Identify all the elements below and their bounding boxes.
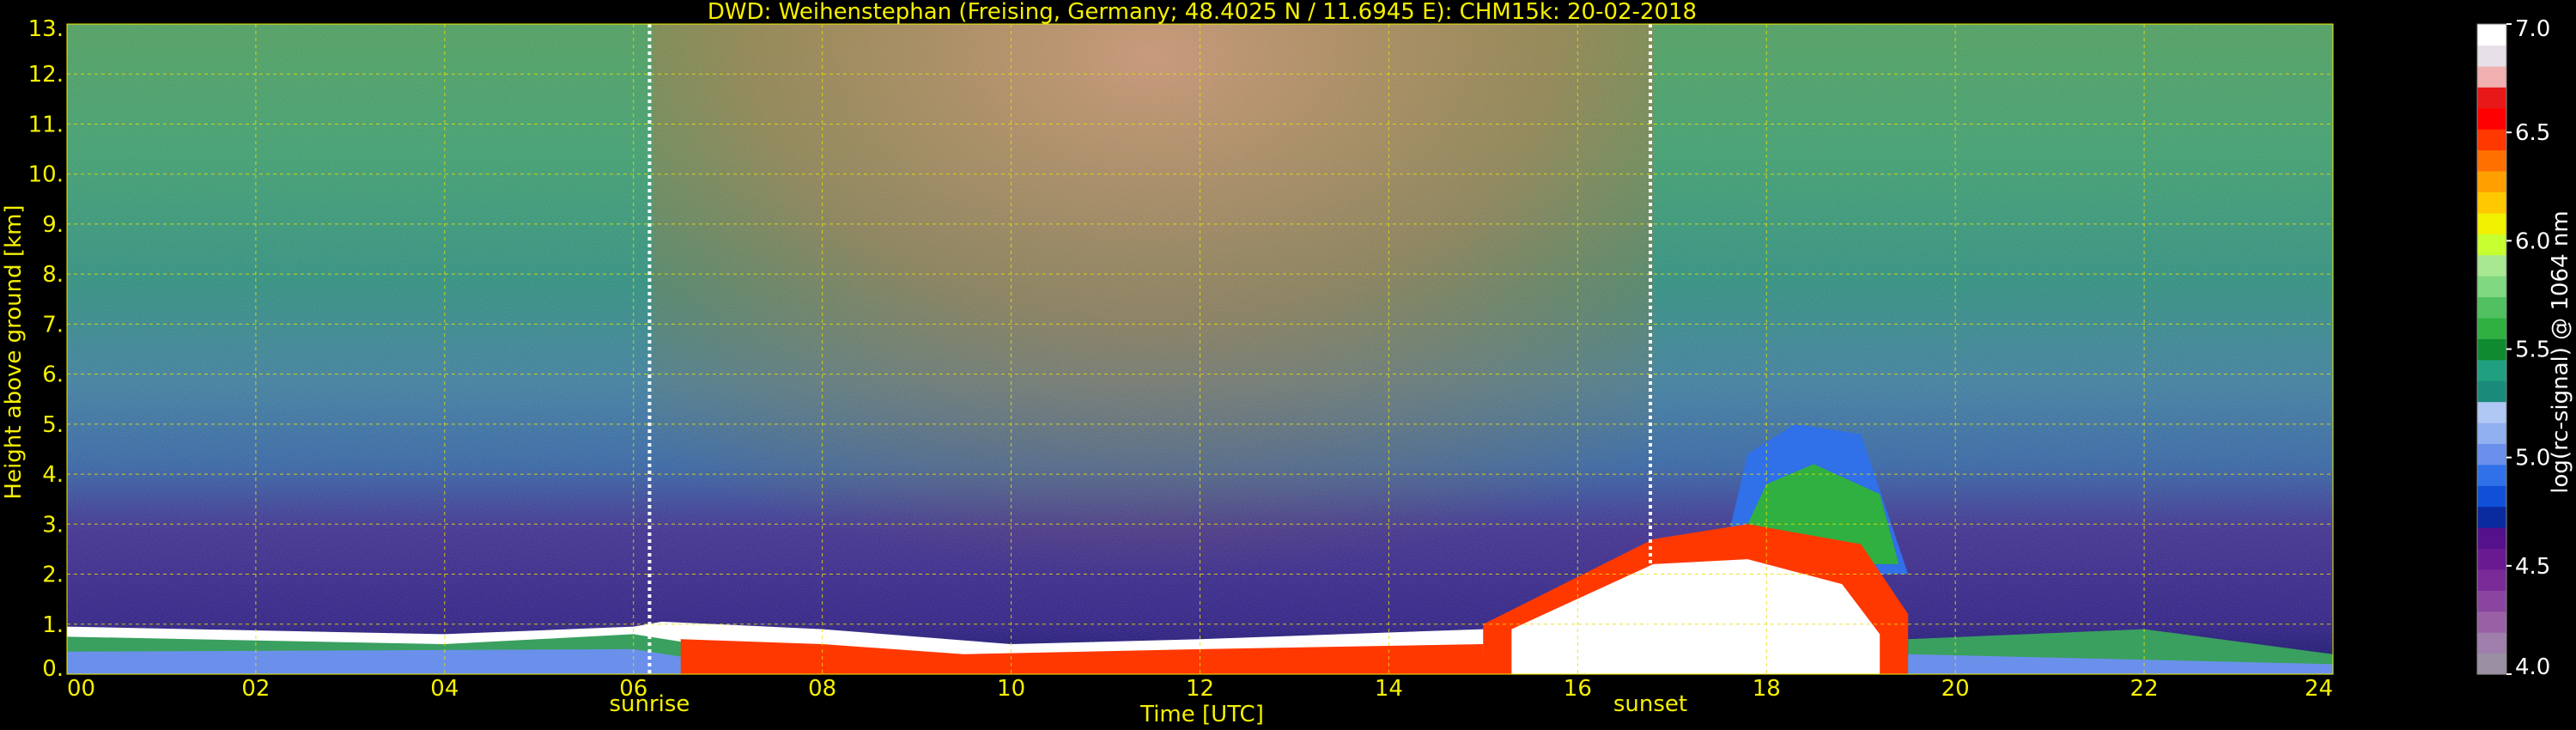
y-tick-label: 4. xyxy=(42,462,64,488)
sunrise-label: sunrise xyxy=(609,691,690,717)
x-axis-label: Time [UTC] xyxy=(1139,702,1264,727)
y-tick-label: 7. xyxy=(42,312,64,338)
colorbar-segment xyxy=(2477,527,2506,550)
colorbar-segment xyxy=(2477,192,2506,214)
colorbar-segment xyxy=(2477,632,2506,654)
colorbar-tick-label: 4.0 xyxy=(2515,654,2550,680)
y-tick-label: 3. xyxy=(42,512,64,538)
colorbar-label: log(rc-signal) @ 1064 nm xyxy=(2548,210,2573,493)
x-tick-label: 12 xyxy=(1186,676,1214,702)
colorbar-segment xyxy=(2477,317,2506,339)
sunset-label: sunset xyxy=(1613,691,1687,717)
x-tick-label: 20 xyxy=(1941,676,1970,702)
y-tick-label: 0. xyxy=(42,656,64,682)
y-tick-label: 8. xyxy=(42,262,64,288)
colorbar-tick-label: 4.5 xyxy=(2515,554,2550,580)
x-tick-label: 16 xyxy=(1564,676,1592,702)
colorbar-segment xyxy=(2477,87,2506,109)
plot-area xyxy=(66,23,2334,675)
colorbar-segment xyxy=(2477,129,2506,151)
colorbar-segment xyxy=(2477,422,2506,444)
x-tick-label: 22 xyxy=(2130,676,2159,702)
x-axis-ticks: 00 02 04 06 08 10 12 14 16 18 20 22 24 xyxy=(67,676,2333,702)
colorbar-segment xyxy=(2477,590,2506,612)
y-tick-label: 5. xyxy=(42,412,64,438)
colorbar-segment xyxy=(2477,401,2506,423)
colorbar-tick-label: 6.0 xyxy=(2515,228,2550,254)
colorbar-segment xyxy=(2477,443,2506,465)
y-tick-label: 13. xyxy=(28,16,64,42)
colorbar-segment xyxy=(2477,611,2506,633)
colorbar-segment xyxy=(2477,45,2506,67)
colorbar-segment xyxy=(2477,548,2506,570)
ceilometer-chart: 00 02 04 06 08 10 12 14 16 18 20 22 24 0.1.2.3.4.5.6… xyxy=(1,0,2573,727)
colorbar-segment xyxy=(2477,653,2506,675)
colorbar-tick-label: 7.0 xyxy=(2515,16,2550,42)
colorbar: 4.0 4.5 5.0 5.5 6.0 6.5 7.0 xyxy=(2476,16,2550,680)
x-tick-label: 14 xyxy=(1375,676,1403,702)
colorbar-segment xyxy=(2477,254,2506,277)
x-tick-label: 04 xyxy=(430,676,459,702)
x-tick-label: 08 xyxy=(808,676,836,702)
y-tick-label: 12. xyxy=(28,62,64,88)
colorbar-segment xyxy=(2477,170,2506,192)
colorbar-segment xyxy=(2477,296,2506,319)
x-tick-label: 24 xyxy=(2305,676,2333,702)
colorbar-tick-label: 6.5 xyxy=(2515,120,2550,146)
x-tick-label: 00 xyxy=(67,676,95,702)
colorbar-segment xyxy=(2477,359,2506,381)
colorbar-segment xyxy=(2477,24,2506,46)
y-tick-label: 10. xyxy=(28,162,64,188)
y-tick-label: 11. xyxy=(28,112,64,137)
colorbar-segment xyxy=(2477,149,2506,172)
colorbar-segment xyxy=(2477,234,2506,256)
x-tick-label: 02 xyxy=(241,676,270,702)
colorbar-segment xyxy=(2477,569,2506,591)
colorbar-segment xyxy=(2477,276,2506,298)
colorbar-segment xyxy=(2477,338,2506,361)
colorbar-segment xyxy=(2477,506,2506,528)
colorbar-segment xyxy=(2477,485,2506,508)
colorbar-segment xyxy=(2477,380,2506,403)
colorbar-segment xyxy=(2477,107,2506,130)
chart-title: DWD: Weihenstephan (Freising, Germany; 4… xyxy=(708,0,1697,25)
x-tick-label: 10 xyxy=(997,676,1025,702)
y-axis-ticks: 0. 1. 2. 3. 4. 5. 6. 7. 8. 9. 10. 11. 12. 13. xyxy=(28,16,64,682)
y-tick-label: 1. xyxy=(42,612,64,638)
colorbar-segment xyxy=(2477,212,2506,234)
y-tick-label: 9. xyxy=(42,212,64,238)
colorbar-segment xyxy=(2477,65,2506,88)
x-tick-label: 18 xyxy=(1753,676,1781,702)
y-tick-label: 2. xyxy=(42,563,64,588)
y-tick-label: 6. xyxy=(42,362,64,388)
colorbar-segment xyxy=(2477,464,2506,486)
colorbar-tick-label: 5.0 xyxy=(2515,446,2550,471)
colorbar-tick-label: 5.5 xyxy=(2515,338,2550,363)
y-axis-label: Height above ground [km] xyxy=(1,204,27,499)
